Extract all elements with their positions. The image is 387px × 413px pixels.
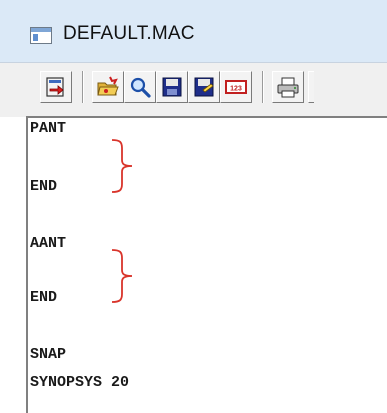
toolbar-separator (262, 71, 264, 103)
macro-editor-window: DEFAULT.MAC 123 PANT END AANT END SNAP S… (0, 0, 387, 413)
save-as-button[interactable] (188, 71, 220, 103)
find-button[interactable] (124, 71, 156, 103)
code-line: AANT (30, 235, 67, 252)
open-button[interactable] (92, 71, 124, 103)
macro-text-area[interactable]: PANT END AANT END SNAP SYNOPSYS 20 (26, 116, 387, 413)
bracket-annotation-1 (111, 139, 133, 193)
toolbar-separator (82, 71, 84, 103)
numbers-button[interactable]: 123 (220, 71, 252, 103)
annotation-stroke (111, 249, 133, 303)
save-button[interactable] (156, 71, 188, 103)
title-bar: DEFAULT.MAC (0, 0, 387, 62)
code-line: PANT (30, 120, 67, 137)
code-line: END (30, 178, 58, 195)
code-line: SYNOPSYS 20 (30, 374, 130, 391)
window-title: DEFAULT.MAC (63, 23, 195, 44)
numbers-icon-label: 123 (230, 86, 242, 93)
more-toolbar-button[interactable] (308, 71, 314, 103)
code-line: SNAP (30, 346, 67, 363)
bracket-annotation-2 (111, 249, 133, 303)
print-button[interactable] (272, 71, 304, 103)
exit-button[interactable] (40, 71, 72, 103)
annotation-stroke (111, 139, 133, 193)
window-app-icon (30, 27, 52, 44)
code-line: END (30, 289, 58, 306)
toolbar: 123 (0, 62, 387, 117)
